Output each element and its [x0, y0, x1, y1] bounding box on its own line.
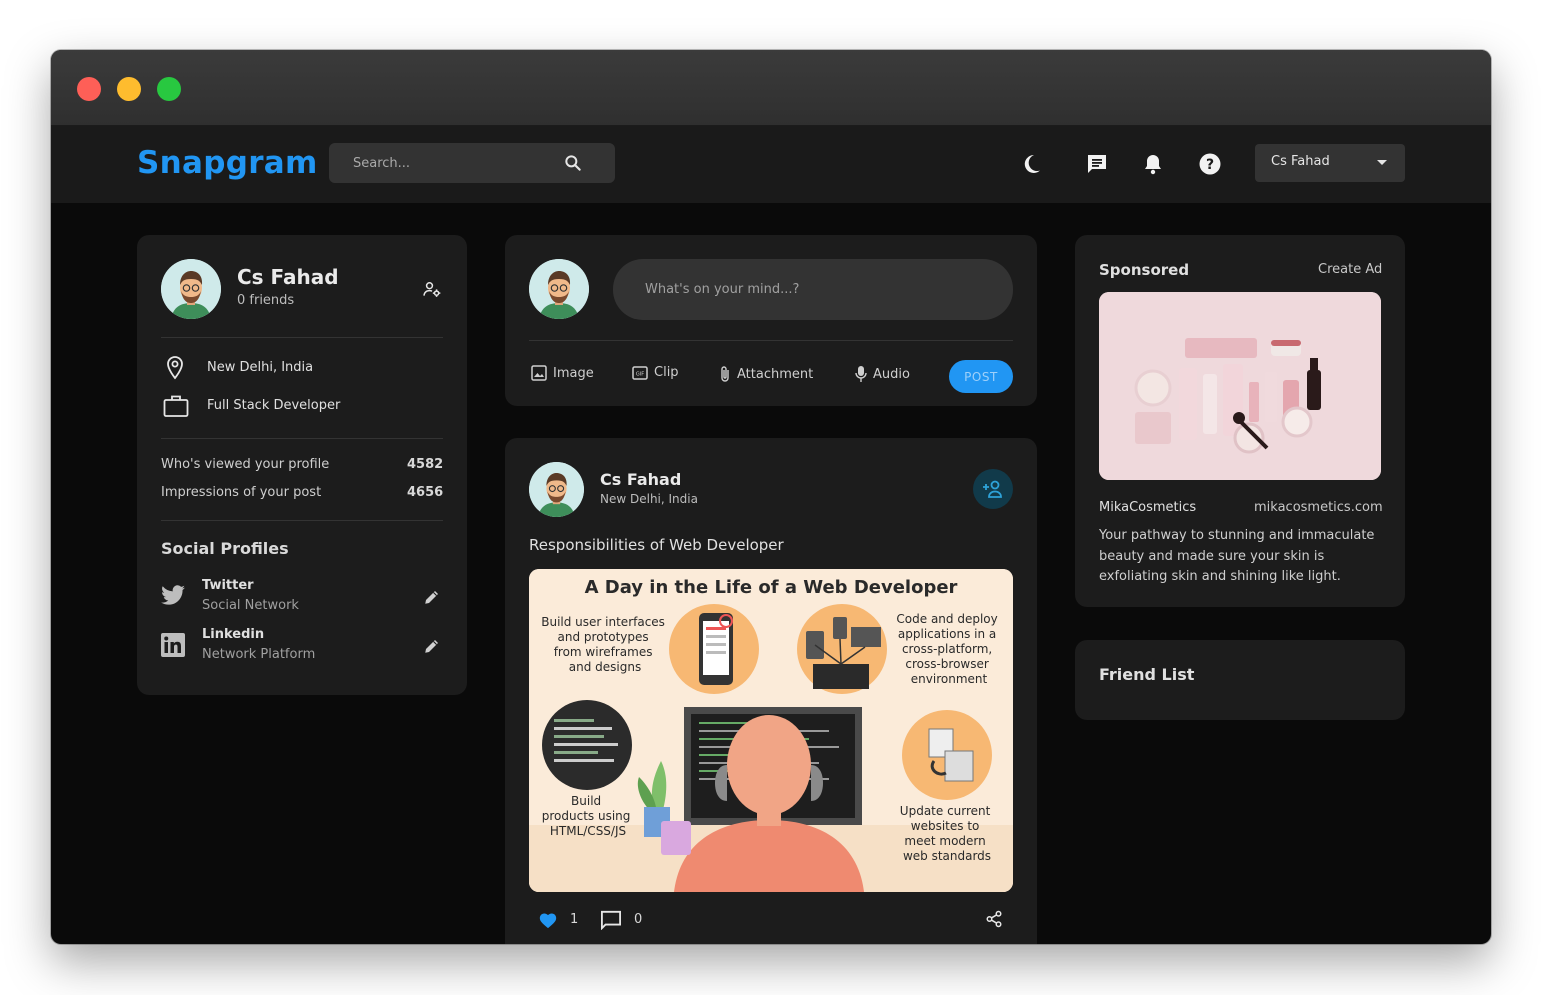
add-friend-button[interactable]	[973, 469, 1013, 509]
profile-occupation: Full Stack Developer	[207, 398, 341, 413]
audio-tool-label: Audio	[873, 366, 910, 382]
message-icon[interactable]	[1085, 152, 1109, 176]
twitter-icon	[161, 585, 185, 605]
attachment-tool-label: Attachment	[737, 366, 814, 382]
cosmetics-product-illustration	[1099, 292, 1381, 480]
svg-text:Code and deploy appl: Code and deploy applications in a cross-…	[896, 612, 1001, 686]
social-profiles-title: Social Profiles	[161, 539, 289, 558]
create-ad-link[interactable]: Create Ad	[1318, 262, 1382, 277]
post-composer-card: Image GIF Clip Attachment Audio POST	[505, 235, 1037, 406]
comment-count: 0	[634, 912, 643, 927]
profile-name[interactable]: Cs Fahad	[237, 265, 339, 289]
help-icon[interactable]: ?	[1198, 152, 1222, 176]
manage-accounts-icon[interactable]	[422, 279, 442, 299]
stat-label-impressions: Impressions of your post	[161, 485, 322, 500]
friend-list-title: Friend List	[1099, 665, 1195, 684]
maximize-window-button[interactable]	[157, 77, 181, 101]
divider	[161, 520, 443, 521]
moon-icon[interactable]	[1019, 152, 1043, 176]
location-pin-icon	[167, 356, 183, 380]
browser-window: Snapgram ? Cs Fahad Cs Fahad 0 friends	[51, 50, 1491, 944]
clip-tool-button[interactable]: GIF Clip	[632, 365, 679, 380]
paperclip-icon	[721, 366, 729, 382]
user-dropdown-label: Cs Fahad	[1271, 154, 1330, 169]
clip-tool-label: Clip	[654, 365, 679, 380]
bell-icon[interactable]	[1141, 152, 1165, 176]
social-type-linkedin: Network Platform	[202, 647, 316, 662]
heart-icon[interactable]	[538, 911, 558, 929]
profile-card: Cs Fahad 0 friends New Delhi, India Full…	[137, 235, 467, 695]
sponsored-title: Sponsored	[1099, 261, 1190, 279]
whats-on-your-mind-field	[613, 259, 1013, 320]
linkedin-icon	[161, 633, 185, 657]
attachment-tool-button[interactable]: Attachment	[719, 365, 813, 383]
audio-tool-button[interactable]: Audio	[855, 365, 910, 383]
search-input[interactable]	[329, 143, 559, 183]
comment-icon[interactable]	[600, 910, 622, 930]
briefcase-icon	[163, 395, 189, 417]
avatar[interactable]	[161, 259, 221, 319]
ad-site-link[interactable]: mikacosmetics.com	[1254, 500, 1383, 515]
avatar[interactable]	[529, 462, 584, 517]
window-titlebar	[51, 50, 1491, 126]
post-text-input[interactable]	[613, 259, 1013, 320]
profile-location: New Delhi, India	[207, 360, 314, 375]
avatar[interactable]	[529, 259, 589, 319]
divider	[161, 438, 443, 439]
web-developer-illustration: A Day in the Life of a Web Developer Bui…	[529, 569, 1013, 892]
svg-text:?: ?	[1206, 157, 1214, 173]
edit-twitter-pencil-icon[interactable]	[423, 588, 441, 606]
friends-count: 0 friends	[237, 293, 295, 308]
navbar: Snapgram ? Cs Fahad	[51, 126, 1491, 203]
social-name-twitter[interactable]: Twitter	[202, 578, 254, 593]
minimize-window-button[interactable]	[117, 77, 141, 101]
post-card: Cs Fahad New Delhi, India Responsibiliti…	[505, 438, 1037, 944]
post-button[interactable]: POST	[949, 360, 1013, 393]
post-image[interactable]: A Day in the Life of a Web Developer Bui…	[529, 569, 1013, 892]
divider	[529, 340, 1013, 341]
microphone-icon	[855, 366, 867, 382]
logo[interactable]: Snapgram	[137, 145, 318, 181]
image-tool-button[interactable]: Image	[531, 365, 594, 381]
user-dropdown[interactable]: Cs Fahad	[1255, 144, 1405, 182]
like-count: 1	[570, 912, 579, 927]
close-window-button[interactable]	[77, 77, 101, 101]
divider	[161, 337, 443, 338]
person-add-icon	[983, 480, 1002, 498]
ad-brand-name[interactable]: MikaCosmetics	[1099, 500, 1196, 515]
stat-value-profile-views: 4582	[407, 457, 444, 472]
social-name-linkedin[interactable]: Linkedin	[202, 627, 264, 642]
sponsored-card: Sponsored Create Ad MikaCosmetics mikaco…	[1075, 235, 1405, 607]
post-author-name[interactable]: Cs Fahad	[600, 470, 681, 489]
image-icon	[531, 365, 547, 381]
post-caption: Responsibilities of Web Developer	[529, 536, 784, 554]
friend-list-card: Friend List	[1075, 640, 1405, 720]
post-author-location: New Delhi, India	[600, 492, 698, 506]
stat-label-profile-views: Who's viewed your profile	[161, 457, 330, 472]
edit-linkedin-pencil-icon[interactable]	[423, 637, 441, 655]
share-icon[interactable]	[985, 910, 1003, 928]
svg-text:GIF: GIF	[636, 371, 644, 377]
image-tool-label: Image	[553, 365, 594, 381]
illustration-title: A Day in the Life of a Web Developer	[585, 577, 958, 598]
chevron-down-icon	[1377, 160, 1387, 165]
stat-value-impressions: 4656	[407, 485, 444, 500]
search-bar	[329, 143, 615, 183]
ad-description: Your pathway to stunning and immaculate …	[1099, 528, 1375, 584]
search-icon[interactable]	[563, 153, 583, 173]
sponsored-ad-image[interactable]	[1099, 292, 1381, 480]
svg-text:Update current websi: Update current websites to meet modern w…	[900, 804, 994, 863]
social-type-twitter: Social Network	[202, 598, 299, 613]
gif-icon: GIF	[632, 365, 648, 380]
